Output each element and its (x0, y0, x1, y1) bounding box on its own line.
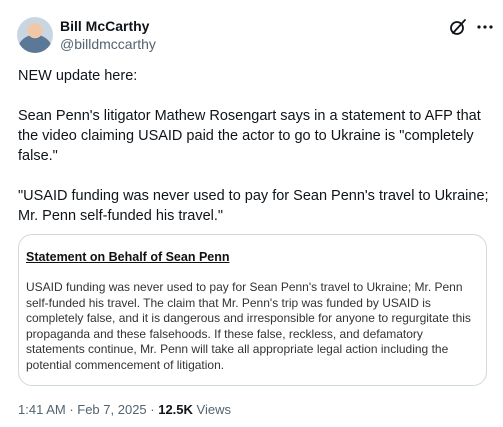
tweet-time[interactable]: 1:41 AM (18, 402, 66, 417)
statement-heading: Statement on Behalf of Sean Penn (26, 250, 230, 264)
author-name[interactable]: Bill McCarthy (60, 18, 149, 35)
tweet-text: NEW update here: Sean Penn's litigator M… (18, 66, 493, 246)
statement-body: USAID funding was never used to pay for … (26, 280, 471, 372)
tweet-paragraph: "USAID funding was never used to pay for… (18, 188, 489, 224)
meta-separator: · (65, 402, 78, 417)
avatar[interactable] (17, 17, 53, 53)
views-label: Views (196, 402, 231, 417)
statement-image[interactable]: Statement on Behalf of Sean Penn USAID f… (18, 234, 487, 386)
views-count: 12.5K (158, 402, 193, 417)
tweet-meta: 1:41 AM · Feb 7, 2025 · 12.5K Views (18, 402, 231, 418)
meta-separator: · (146, 402, 159, 417)
tweet-paragraph: NEW update here: (18, 68, 138, 84)
tweet-paragraph: Sean Penn's litigator Mathew Rosengart s… (18, 108, 481, 164)
more-icon[interactable] (476, 18, 494, 36)
grok-icon[interactable] (449, 18, 467, 36)
author-handle[interactable]: @billdmccarthy (60, 36, 156, 53)
tweet-date[interactable]: Feb 7, 2025 (77, 402, 146, 417)
